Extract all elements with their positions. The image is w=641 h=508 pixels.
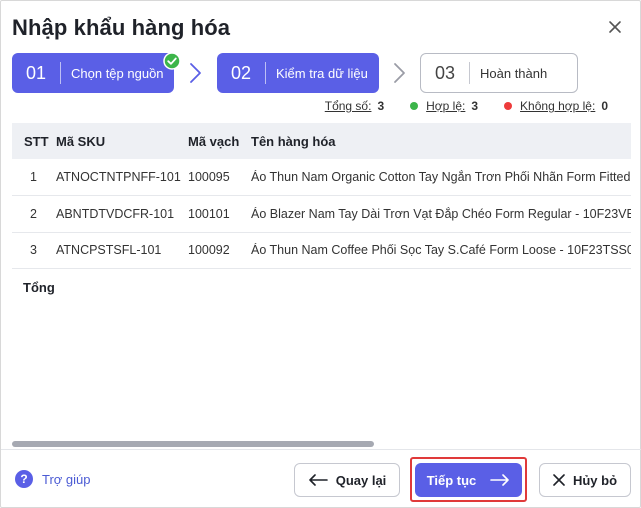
step-choose-source: 01 Chọn tệp nguồn: [12, 53, 174, 93]
cell-sku: ATNCPSTSFL-101: [56, 243, 162, 257]
help-link[interactable]: ? Trợ giúp: [15, 470, 91, 488]
invalid-status-dot: [504, 102, 513, 110]
column-header-name: Tên hàng hóa: [251, 134, 336, 149]
step-label: Kiểm tra dữ liệu: [276, 65, 368, 81]
cell-name: Áo Thun Nam Organic Cotton Tay Ngắn Trơn…: [251, 170, 631, 184]
cell-sku: ABNTDTVDCFR-101: [56, 207, 175, 221]
cancel-button[interactable]: Hủy bỏ: [539, 463, 631, 497]
help-label: Trợ giúp: [42, 471, 91, 487]
step-number: 02: [230, 62, 252, 83]
step-number: 03: [434, 62, 456, 83]
horizontal-scrollbar[interactable]: [12, 441, 374, 447]
cell-barcode: 100095: [188, 170, 230, 184]
step-label: Chọn tệp nguồn: [71, 65, 164, 81]
total-count-label[interactable]: Tổng số:: [325, 99, 372, 113]
column-header-sku: Mã SKU: [56, 134, 106, 149]
column-header-stt: STT: [24, 134, 49, 149]
valid-status-dot: [410, 102, 419, 110]
question-icon: ?: [15, 470, 33, 488]
cell-barcode: 100101: [188, 207, 230, 221]
cell-sku: ATNOCTNTPNFF-101: [56, 170, 181, 184]
valid-count-label[interactable]: Hợp lệ:: [426, 99, 465, 113]
table-row[interactable]: 2 ABNTDTVDCFR-101 100101 Áo Blazer Nam T…: [12, 196, 631, 233]
import-dialog: Nhập khẩu hàng hóa 01 Chọn tệp nguồn 02 …: [0, 0, 641, 508]
step-complete: 03 Hoàn thành: [420, 53, 578, 93]
table-row[interactable]: 3 ATNCPSTSFL-101 100092 Áo Thun Nam Coff…: [12, 232, 631, 269]
cell-name: Áo Blazer Nam Tay Dài Trơn Vạt Đắp Chéo …: [251, 207, 631, 221]
check-circle-icon: [163, 52, 181, 70]
arrow-right-icon: [490, 474, 510, 486]
table-header: STT Mã SKU Mã vạch Tên hàng hóa: [12, 123, 631, 159]
back-button[interactable]: Quay lại: [294, 463, 400, 497]
close-icon: [553, 474, 565, 486]
invalid-count-value: 0: [601, 99, 608, 113]
chevron-right-icon: [190, 63, 201, 83]
total-count-value: 3: [377, 99, 385, 113]
cell-name: Áo Thun Nam Coffee Phối Sọc Tay S.Café F…: [251, 243, 631, 257]
cancel-button-label: Hủy bỏ: [572, 472, 618, 488]
step-number: 01: [25, 62, 47, 83]
arrow-left-icon: [308, 474, 328, 486]
back-button-label: Quay lại: [335, 472, 387, 488]
step-label: Hoàn thành: [480, 65, 548, 81]
valid-count-value: 3: [471, 99, 479, 113]
next-button[interactable]: Tiếp tục: [415, 463, 522, 497]
step-check-data: 02 Kiểm tra dữ liệu: [217, 53, 379, 93]
footer-divider: [1, 449, 641, 450]
dialog-title: Nhập khẩu hàng hóa: [12, 15, 231, 40]
import-summary: Tổng số: 3 Hợp lệ: 3 Không hợp lệ: 0: [325, 99, 608, 113]
table-row[interactable]: 1 ATNOCTNTPNFF-101 100095 Áo Thun Nam Or…: [12, 159, 631, 196]
cell-barcode: 100092: [188, 243, 230, 257]
table-total-label: Tổng: [23, 280, 55, 295]
next-button-label: Tiếp tục: [426, 472, 477, 488]
close-icon[interactable]: [607, 19, 623, 35]
column-header-barcode: Mã vạch: [188, 134, 240, 149]
chevron-right-icon: [394, 63, 405, 83]
invalid-count-label[interactable]: Không hợp lệ:: [520, 99, 595, 113]
